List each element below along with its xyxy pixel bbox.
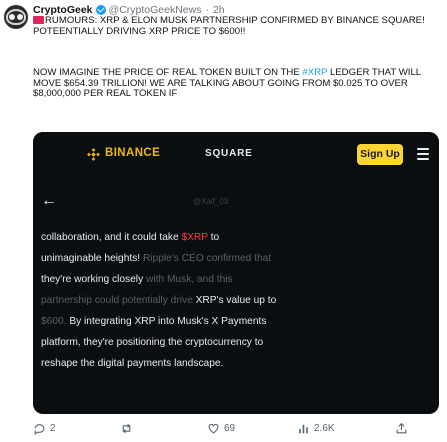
- verified-badge-icon: [95, 4, 106, 15]
- article-body: collaboration, and it could take $XRP to…: [41, 227, 431, 374]
- watermark-text: @Xaif_03: [193, 197, 229, 206]
- article-line: unimaginable heights! Ripple's CEO confi…: [41, 253, 272, 264]
- separator-dot: ·: [205, 3, 209, 16]
- tweet-media-image[interactable]: BINANCE SQUARE Sign Up ← @Xaif_03 collab…: [33, 132, 439, 414]
- sign-up-button[interactable]: Sign Up: [357, 144, 403, 165]
- bar-chart-icon: [299, 424, 308, 433]
- avatar-eye-right: [17, 14, 23, 20]
- author-name[interactable]: CryptoGeek: [33, 4, 93, 16]
- square-section-label: SQUARE: [205, 148, 253, 159]
- binance-logo-icon: [87, 148, 100, 161]
- hamburger-menu-icon[interactable]: [417, 148, 429, 160]
- retweet-icon: [122, 423, 131, 433]
- article-line: reshape the digital payments landscape.: [41, 358, 224, 369]
- author-avatar[interactable]: [4, 5, 28, 29]
- views-button[interactable]: 2.6K: [297, 422, 395, 435]
- tweet-line-1: RUMOURS: XRP & ELON MUSK PARTNERSHIP CON…: [33, 15, 425, 37]
- tweet-line-2-pre: NOW IMAGINE THE PRICE OF REAL TOKEN BUIL…: [33, 67, 303, 78]
- share-icon: [396, 422, 407, 433]
- reply-icon: [34, 423, 45, 435]
- retweet-button[interactable]: [120, 422, 207, 435]
- tweet-time[interactable]: 2h: [213, 4, 225, 16]
- author-handle[interactable]: @CryptoGeekNews: [109, 4, 202, 16]
- avatar-eye-left: [9, 14, 15, 20]
- alert-flag-icon: [33, 16, 44, 24]
- article-line: partnership could potentially drive XRP'…: [41, 295, 277, 306]
- binance-wordmark: BINANCE: [105, 147, 161, 159]
- binance-header-bar: BINANCE SQUARE Sign Up: [33, 132, 439, 178]
- tweet-action-bar: 2 69 2.6K: [33, 420, 443, 436]
- article-line: $600. By integrating XRP into Musk's X P…: [41, 316, 267, 327]
- view-count: 2.6K: [314, 422, 335, 434]
- hashtag-xrp-link[interactable]: #XRP: [302, 67, 327, 78]
- share-button[interactable]: [395, 422, 408, 435]
- heart-icon: [208, 423, 219, 433]
- back-arrow-icon[interactable]: ←: [41, 193, 57, 209]
- reply-button[interactable]: 2: [33, 422, 120, 435]
- article-line: platform, they're positioning the crypto…: [41, 337, 264, 348]
- article-line: they're working closely with Musk, and t…: [41, 274, 233, 285]
- like-button[interactable]: 69: [207, 422, 297, 435]
- tweet-text-paragraph-1: RUMOURS: XRP & ELON MUSK PARTNERSHIP CON…: [33, 15, 441, 37]
- tweet-text-paragraph-2: NOW IMAGINE THE PRICE OF REAL TOKEN BUIL…: [33, 67, 441, 100]
- article-line: collaboration, and it could take $XRP to: [41, 232, 220, 243]
- reply-count: 2: [50, 422, 56, 434]
- like-count: 69: [224, 422, 236, 434]
